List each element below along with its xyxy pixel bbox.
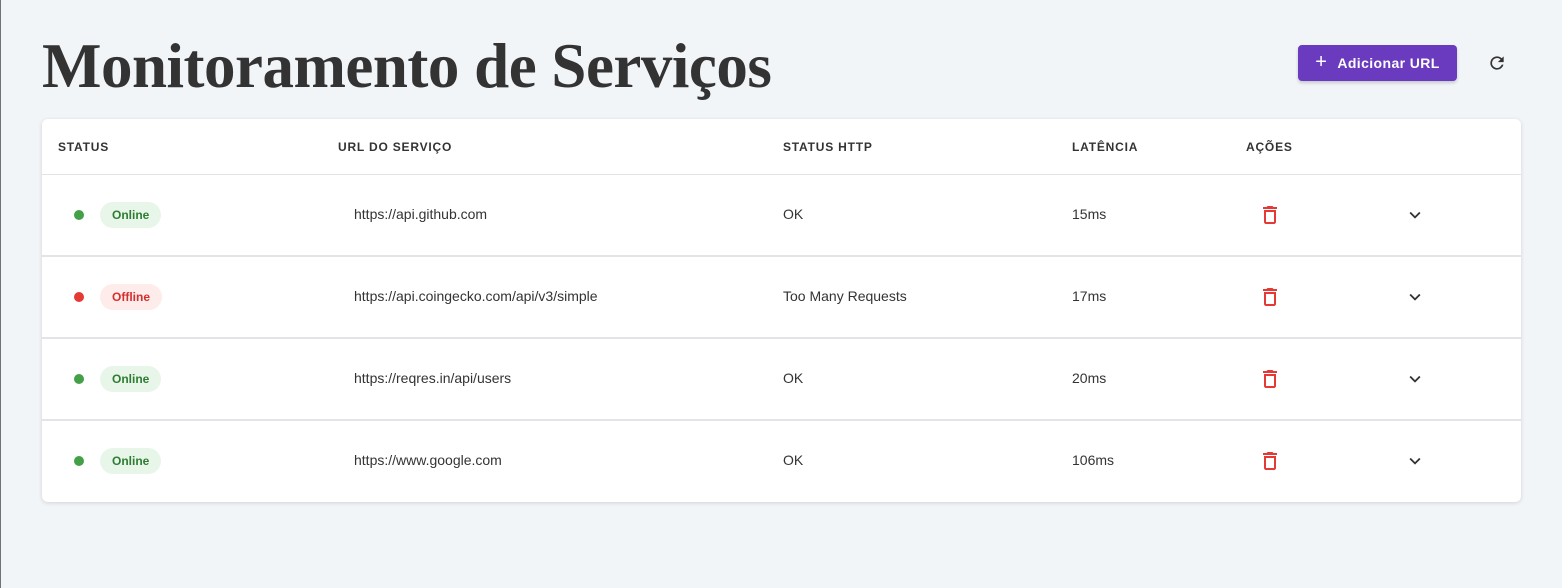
table-row[interactable]: Online https://www.google.com OK 106ms bbox=[42, 421, 1521, 502]
expand-row-button[interactable] bbox=[1403, 203, 1427, 227]
trash-icon bbox=[1263, 206, 1277, 224]
status-badge: Online bbox=[100, 448, 162, 474]
refresh-icon bbox=[1490, 56, 1504, 70]
delete-button[interactable] bbox=[1258, 203, 1282, 227]
table-row[interactable]: Online https://reqres.in/api/users OK 20ms bbox=[42, 339, 1521, 421]
table-header: STATUS URL DO SERVIÇO STATUS HTTP LATÊNC… bbox=[42, 119, 1521, 175]
status-dot bbox=[74, 374, 84, 384]
service-url: https://reqres.in/api/users bbox=[354, 370, 512, 386]
status-dot bbox=[74, 456, 84, 466]
http-status: OK bbox=[783, 206, 804, 222]
column-header-latency: LATÊNCIA bbox=[1072, 140, 1139, 154]
latency: 17ms bbox=[1072, 288, 1107, 304]
service-url: https://www.google.com bbox=[354, 452, 502, 468]
delete-button[interactable] bbox=[1258, 449, 1282, 473]
chevron-down-icon bbox=[1409, 211, 1421, 219]
delete-button[interactable] bbox=[1258, 285, 1282, 309]
http-status: OK bbox=[783, 452, 804, 468]
status-dot bbox=[74, 292, 84, 302]
chevron-down-icon bbox=[1409, 457, 1421, 465]
page-title: Monitoramento de Serviços bbox=[42, 31, 772, 101]
column-header-actions: AÇÕES bbox=[1246, 140, 1293, 154]
status-badge: Online bbox=[100, 202, 162, 228]
status-dot bbox=[74, 210, 84, 220]
chevron-down-icon bbox=[1409, 375, 1421, 383]
table-row[interactable]: Offline https://api.coingecko.com/api/v3/… bbox=[42, 257, 1521, 339]
service-url: https://api.github.com bbox=[354, 206, 488, 222]
column-header-url: URL DO SERVIÇO bbox=[338, 140, 453, 154]
expand-row-button[interactable] bbox=[1403, 285, 1427, 309]
latency: 106ms bbox=[1072, 452, 1115, 468]
latency: 20ms bbox=[1072, 370, 1107, 386]
column-header-http-status: STATUS HTTP bbox=[783, 140, 873, 154]
expand-row-button[interactable] bbox=[1403, 449, 1427, 473]
trash-icon bbox=[1263, 288, 1277, 306]
status-badge: Online bbox=[100, 366, 162, 392]
add-url-button-label: Adicionar URL bbox=[1337, 55, 1440, 71]
column-header-status: STATUS bbox=[58, 140, 110, 154]
table-row[interactable]: Online https://api.github.com OK 15ms bbox=[42, 175, 1521, 257]
expand-row-button[interactable] bbox=[1403, 367, 1427, 391]
trash-icon bbox=[1263, 452, 1277, 470]
add-url-button[interactable]: + Adicionar URL bbox=[1298, 45, 1457, 81]
app-frame: Monitoramento de Serviços + Adicionar UR… bbox=[0, 0, 1562, 588]
service-url: https://api.coingecko.com/api/v3/simple bbox=[354, 288, 598, 304]
http-status: OK bbox=[783, 370, 804, 386]
plus-icon: + bbox=[1315, 51, 1328, 73]
http-status: Too Many Requests bbox=[783, 288, 907, 304]
refresh-button[interactable] bbox=[1482, 48, 1512, 78]
latency: 15ms bbox=[1072, 206, 1107, 222]
services-table: STATUS URL DO SERVIÇO STATUS HTTP LATÊNC… bbox=[42, 119, 1521, 502]
delete-button[interactable] bbox=[1258, 367, 1282, 391]
status-badge: Offline bbox=[100, 284, 162, 310]
trash-icon bbox=[1263, 370, 1277, 388]
chevron-down-icon bbox=[1409, 293, 1421, 301]
